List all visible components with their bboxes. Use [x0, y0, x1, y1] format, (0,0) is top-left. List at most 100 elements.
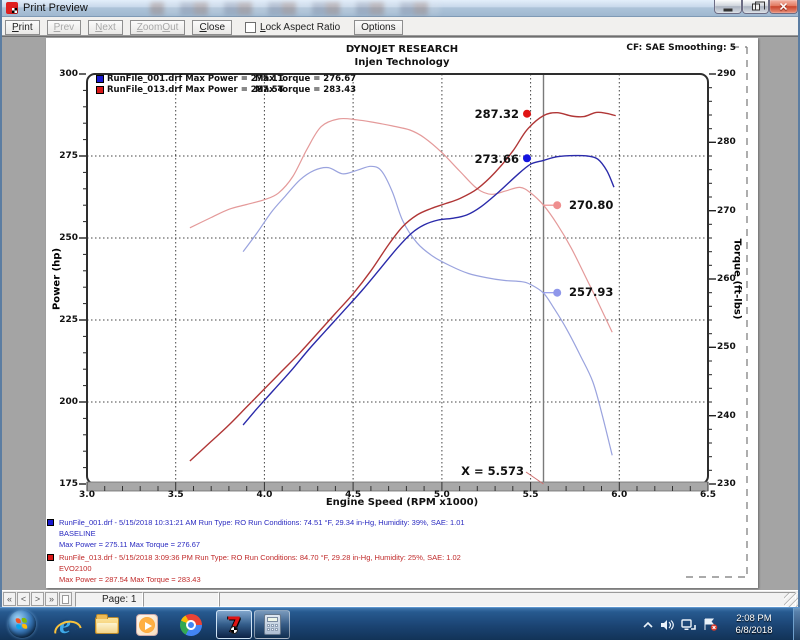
callout-power-001-at-cursor: 273.66 — [475, 152, 519, 166]
action-center-flag-icon[interactable] — [703, 618, 718, 631]
resize-grip[interactable] — [784, 593, 798, 607]
play-icon — [136, 614, 158, 636]
left-tick-label: 225 — [54, 315, 78, 325]
right-tick-label: 240 — [717, 411, 741, 421]
next-button: Next — [88, 20, 123, 35]
legend-torque: Max Torque = 276.67 — [255, 74, 356, 84]
callout-torque-001-at-cursor: 257.93 — [569, 285, 613, 299]
legend-row: RunFile_001.drf Max Power = 275.11 Max T… — [96, 74, 356, 84]
restore-icon — [752, 3, 760, 10]
status-panel — [219, 592, 796, 607]
minimize-icon — [724, 8, 733, 11]
start-button[interactable] — [8, 610, 36, 638]
clock-time: 2:08 PM — [725, 613, 783, 625]
run-name: BASELINE — [59, 528, 465, 539]
clock-date: 6/8/2018 — [725, 625, 783, 637]
x-tick-label: 6.5 — [698, 490, 718, 500]
options-button[interactable]: Options — [354, 20, 402, 35]
x-tick-label: 6.0 — [609, 490, 629, 500]
callout-dot — [553, 289, 561, 297]
network-icon[interactable] — [681, 619, 696, 631]
callout-dot — [523, 110, 531, 118]
x-tick-label: 3.5 — [166, 490, 186, 500]
right-tick-label: 250 — [717, 342, 741, 352]
callout-max-power-013: 287.32 — [475, 107, 519, 121]
prev-page-button[interactable]: < — [17, 592, 30, 606]
report-page: DYNOJET RESEARCH Injen Technology CF: SA… — [46, 38, 758, 588]
right-tick-label: 260 — [717, 274, 741, 284]
hidden-icons-chevron[interactable] — [643, 621, 653, 629]
cursor-x-value-label: X = 5.573 — [461, 464, 524, 478]
legend-swatch-red — [96, 86, 104, 94]
last-page-button[interactable]: » — [45, 592, 58, 606]
legend-file-and-power: RunFile_001.drf Max Power = 275.11 — [107, 74, 255, 84]
page-number-panel: Page: 1 — [75, 592, 143, 607]
left-tick-label: 200 — [54, 397, 78, 407]
legend-torque: Max Torque = 283.43 — [255, 85, 356, 95]
callout-dot — [553, 201, 561, 209]
run-name: EVO2100 — [59, 563, 461, 574]
run-swatch-red — [47, 554, 54, 561]
show-desktop-button[interactable] — [793, 608, 800, 640]
left-tick-label: 175 — [54, 479, 78, 489]
windows-explorer-icon[interactable] — [94, 612, 120, 638]
first-page-button[interactable]: « — [3, 592, 16, 606]
minimize-button[interactable] — [714, 0, 742, 14]
status-bar: « < > » Page: 1 — [2, 590, 798, 607]
print-preview-window: Print Preview ✕ PrintPrevNextZoom OutClo… — [0, 0, 800, 607]
toolbar: PrintPrevNextZoom OutClose Lock Aspect R… — [2, 17, 798, 36]
close-button[interactable]: ✕ — [769, 0, 798, 14]
windows-logo-icon — [16, 618, 29, 631]
internet-explorer-icon[interactable]: e — [52, 612, 78, 638]
callout-dot — [523, 154, 531, 162]
run-max-values: Max Power = 275.11 Max Torque = 276.67 — [59, 539, 465, 550]
title-bar[interactable]: Print Preview ✕ — [2, 0, 798, 17]
x-axis-title: Engine Speed (RPM x1000) — [46, 497, 758, 508]
close-button[interactable]: Close — [192, 20, 232, 35]
folder-icon — [95, 617, 119, 634]
chrome-ball-icon — [176, 610, 206, 640]
media-player-icon[interactable] — [134, 612, 160, 638]
window-title: Print Preview — [23, 2, 88, 14]
right-tick-label: 270 — [717, 206, 741, 216]
callout-torque-013-at-cursor: 270.80 — [569, 198, 613, 212]
print-button[interactable]: Print — [5, 20, 40, 35]
x-tick-label: 4.0 — [254, 490, 274, 500]
x-tick-label: 4.5 — [343, 490, 363, 500]
background-window-ghost — [150, 2, 440, 15]
right-tick-label: 280 — [717, 137, 741, 147]
calculator-icon — [264, 614, 281, 635]
desktop: Print Preview ✕ PrintPrevNextZoom OutClo… — [0, 0, 800, 640]
x-tick-label: 3.0 — [77, 490, 97, 500]
system-tray: 2:08 PM 6/8/2018 — [643, 608, 800, 640]
dynojet-seven-icon: 7 — [227, 613, 242, 637]
chart-subtitle: Injen Technology — [46, 57, 758, 68]
x-tick-label: 5.0 — [432, 490, 452, 500]
app-icon — [6, 2, 18, 14]
page-setup-button[interactable] — [59, 592, 72, 606]
status-panel — [143, 592, 219, 607]
run-swatch-blue — [47, 519, 54, 526]
toolbar-buttons: PrintPrevNextZoom OutClose — [5, 20, 239, 35]
run-details: RunFile_013.drf - 5/15/2018 3:09:36 PM R… — [59, 552, 461, 563]
volume-icon[interactable] — [660, 619, 674, 631]
checkered-flag-icon — [230, 626, 238, 634]
next-page-button[interactable]: > — [31, 592, 44, 606]
left-tick-label: 250 — [54, 233, 78, 243]
zoom-out-button: Zoom Out — [130, 20, 186, 35]
run-max-values: Max Power = 287.54 Max Torque = 283.43 — [59, 574, 461, 585]
lock-aspect-ratio-group[interactable]: Lock Aspect Ratio — [245, 22, 340, 33]
chrome-icon[interactable] — [178, 612, 204, 638]
preview-area: DYNOJET RESEARCH Injen Technology CF: SA… — [2, 36, 798, 590]
calculator-taskbar-button[interactable] — [254, 610, 290, 639]
taskbar-clock[interactable]: 2:08 PM 6/8/2018 — [725, 613, 783, 637]
restore-button[interactable] — [742, 0, 769, 14]
taskbar: e 7 2:08 PM 6/8/2018 — [0, 607, 800, 640]
lock-aspect-ratio-label: Lock Aspect Ratio — [260, 22, 340, 33]
plot-frame — [87, 74, 708, 484]
left-tick-label: 275 — [54, 151, 78, 161]
lock-aspect-ratio-checkbox[interactable] — [245, 22, 256, 33]
dynojet-winpep-taskbar-button[interactable]: 7 — [216, 610, 252, 639]
right-tick-label: 230 — [717, 479, 741, 489]
left-tick-label: 300 — [54, 69, 78, 79]
